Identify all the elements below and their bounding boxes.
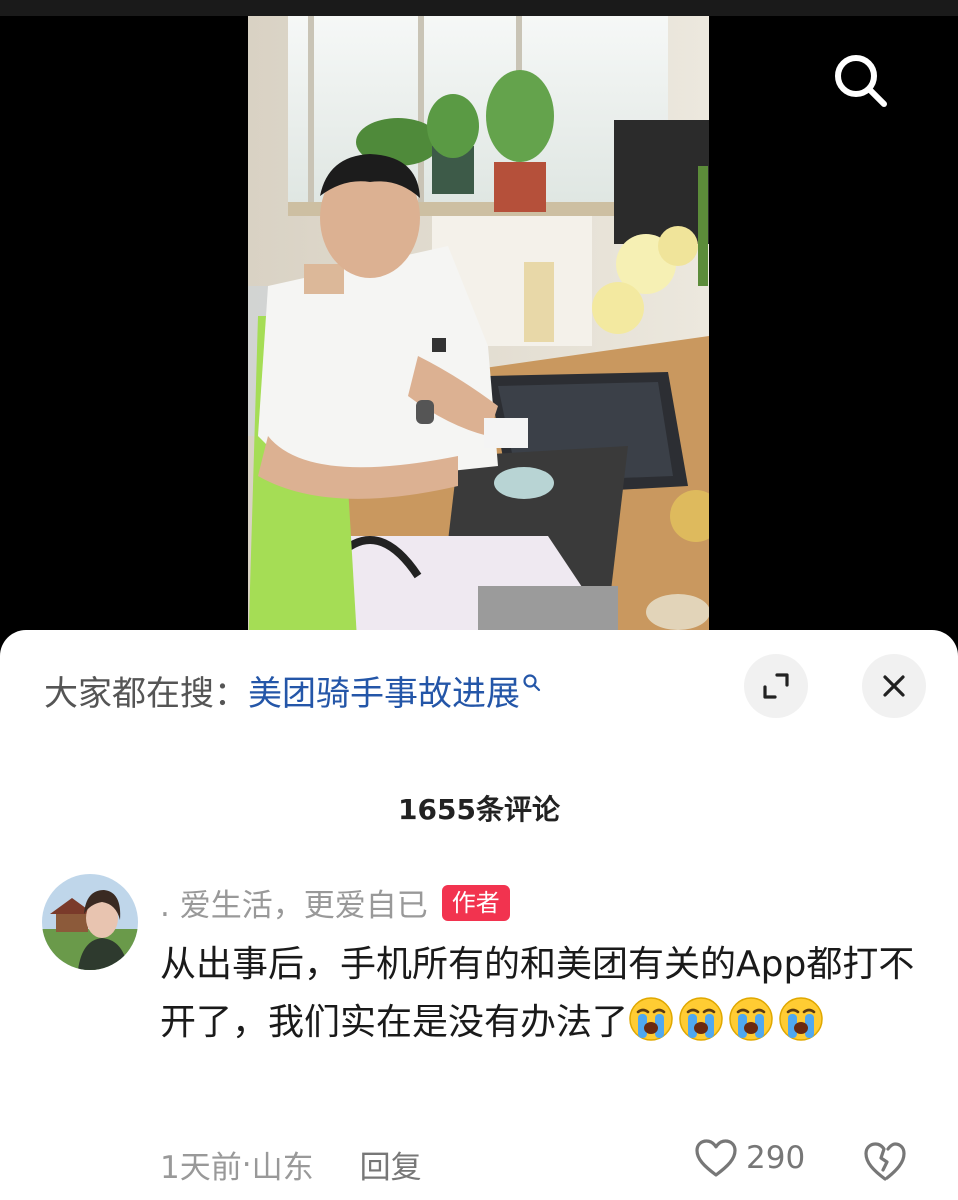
close-icon xyxy=(883,675,905,697)
trending-search: 大家都在搜： 美团骑手事故进展 xyxy=(44,666,542,715)
like-count: 290 xyxy=(746,1140,806,1176)
broken-heart-icon xyxy=(864,1142,906,1181)
reply-button[interactable]: 回复 xyxy=(360,1142,422,1187)
loudly-crying-face-emoji xyxy=(779,997,823,1041)
video-player[interactable] xyxy=(0,16,958,656)
expand-button[interactable] xyxy=(744,654,808,718)
avatar[interactable] xyxy=(42,874,138,970)
video-frame[interactable] xyxy=(248,16,709,656)
comments-sheet: 大家都在搜： 美团骑手事故进展 1655条评论 . 爱生活，更爱自已 作者 从出… xyxy=(0,630,958,1200)
loudly-crying-face-emoji xyxy=(679,997,723,1041)
comment-body: 从出事后，手机所有的和美团有关的App都打不开了，我们实在是没有办法了 xyxy=(160,936,920,1052)
like-button[interactable]: 290 xyxy=(694,1138,805,1178)
comment-count: 1655条评论 xyxy=(398,793,560,826)
dislike-button[interactable] xyxy=(862,1140,908,1182)
status-strip xyxy=(0,0,958,16)
comment-emojis xyxy=(628,997,828,1043)
comment-meta: 1天前 · 山东 回复 xyxy=(160,1142,422,1187)
loudly-crying-face-emoji xyxy=(729,997,773,1041)
search-icon xyxy=(523,674,541,692)
comment-time: 1天前 xyxy=(160,1150,242,1186)
expand-icon xyxy=(763,673,789,699)
comment-header: . 爱生活，更爱自已 作者 xyxy=(160,880,510,925)
close-button[interactable] xyxy=(862,654,926,718)
video-still xyxy=(248,16,709,656)
search-button[interactable] xyxy=(826,46,896,116)
comment-location: 山东 xyxy=(251,1150,314,1186)
trending-search-link[interactable]: 美团骑手事故进展 xyxy=(248,666,542,715)
trending-query: 美团骑手事故进展 xyxy=(248,673,520,714)
avatar-image xyxy=(42,874,138,970)
heart-icon xyxy=(695,1139,737,1177)
author-name[interactable]: . 爱生活，更爱自已 xyxy=(160,880,428,925)
search-icon xyxy=(835,55,887,107)
loudly-crying-face-emoji xyxy=(629,997,673,1041)
trending-prefix: 大家都在搜： xyxy=(44,673,248,714)
author-badge: 作者 xyxy=(441,884,510,921)
meta-separator: · xyxy=(241,1146,252,1183)
